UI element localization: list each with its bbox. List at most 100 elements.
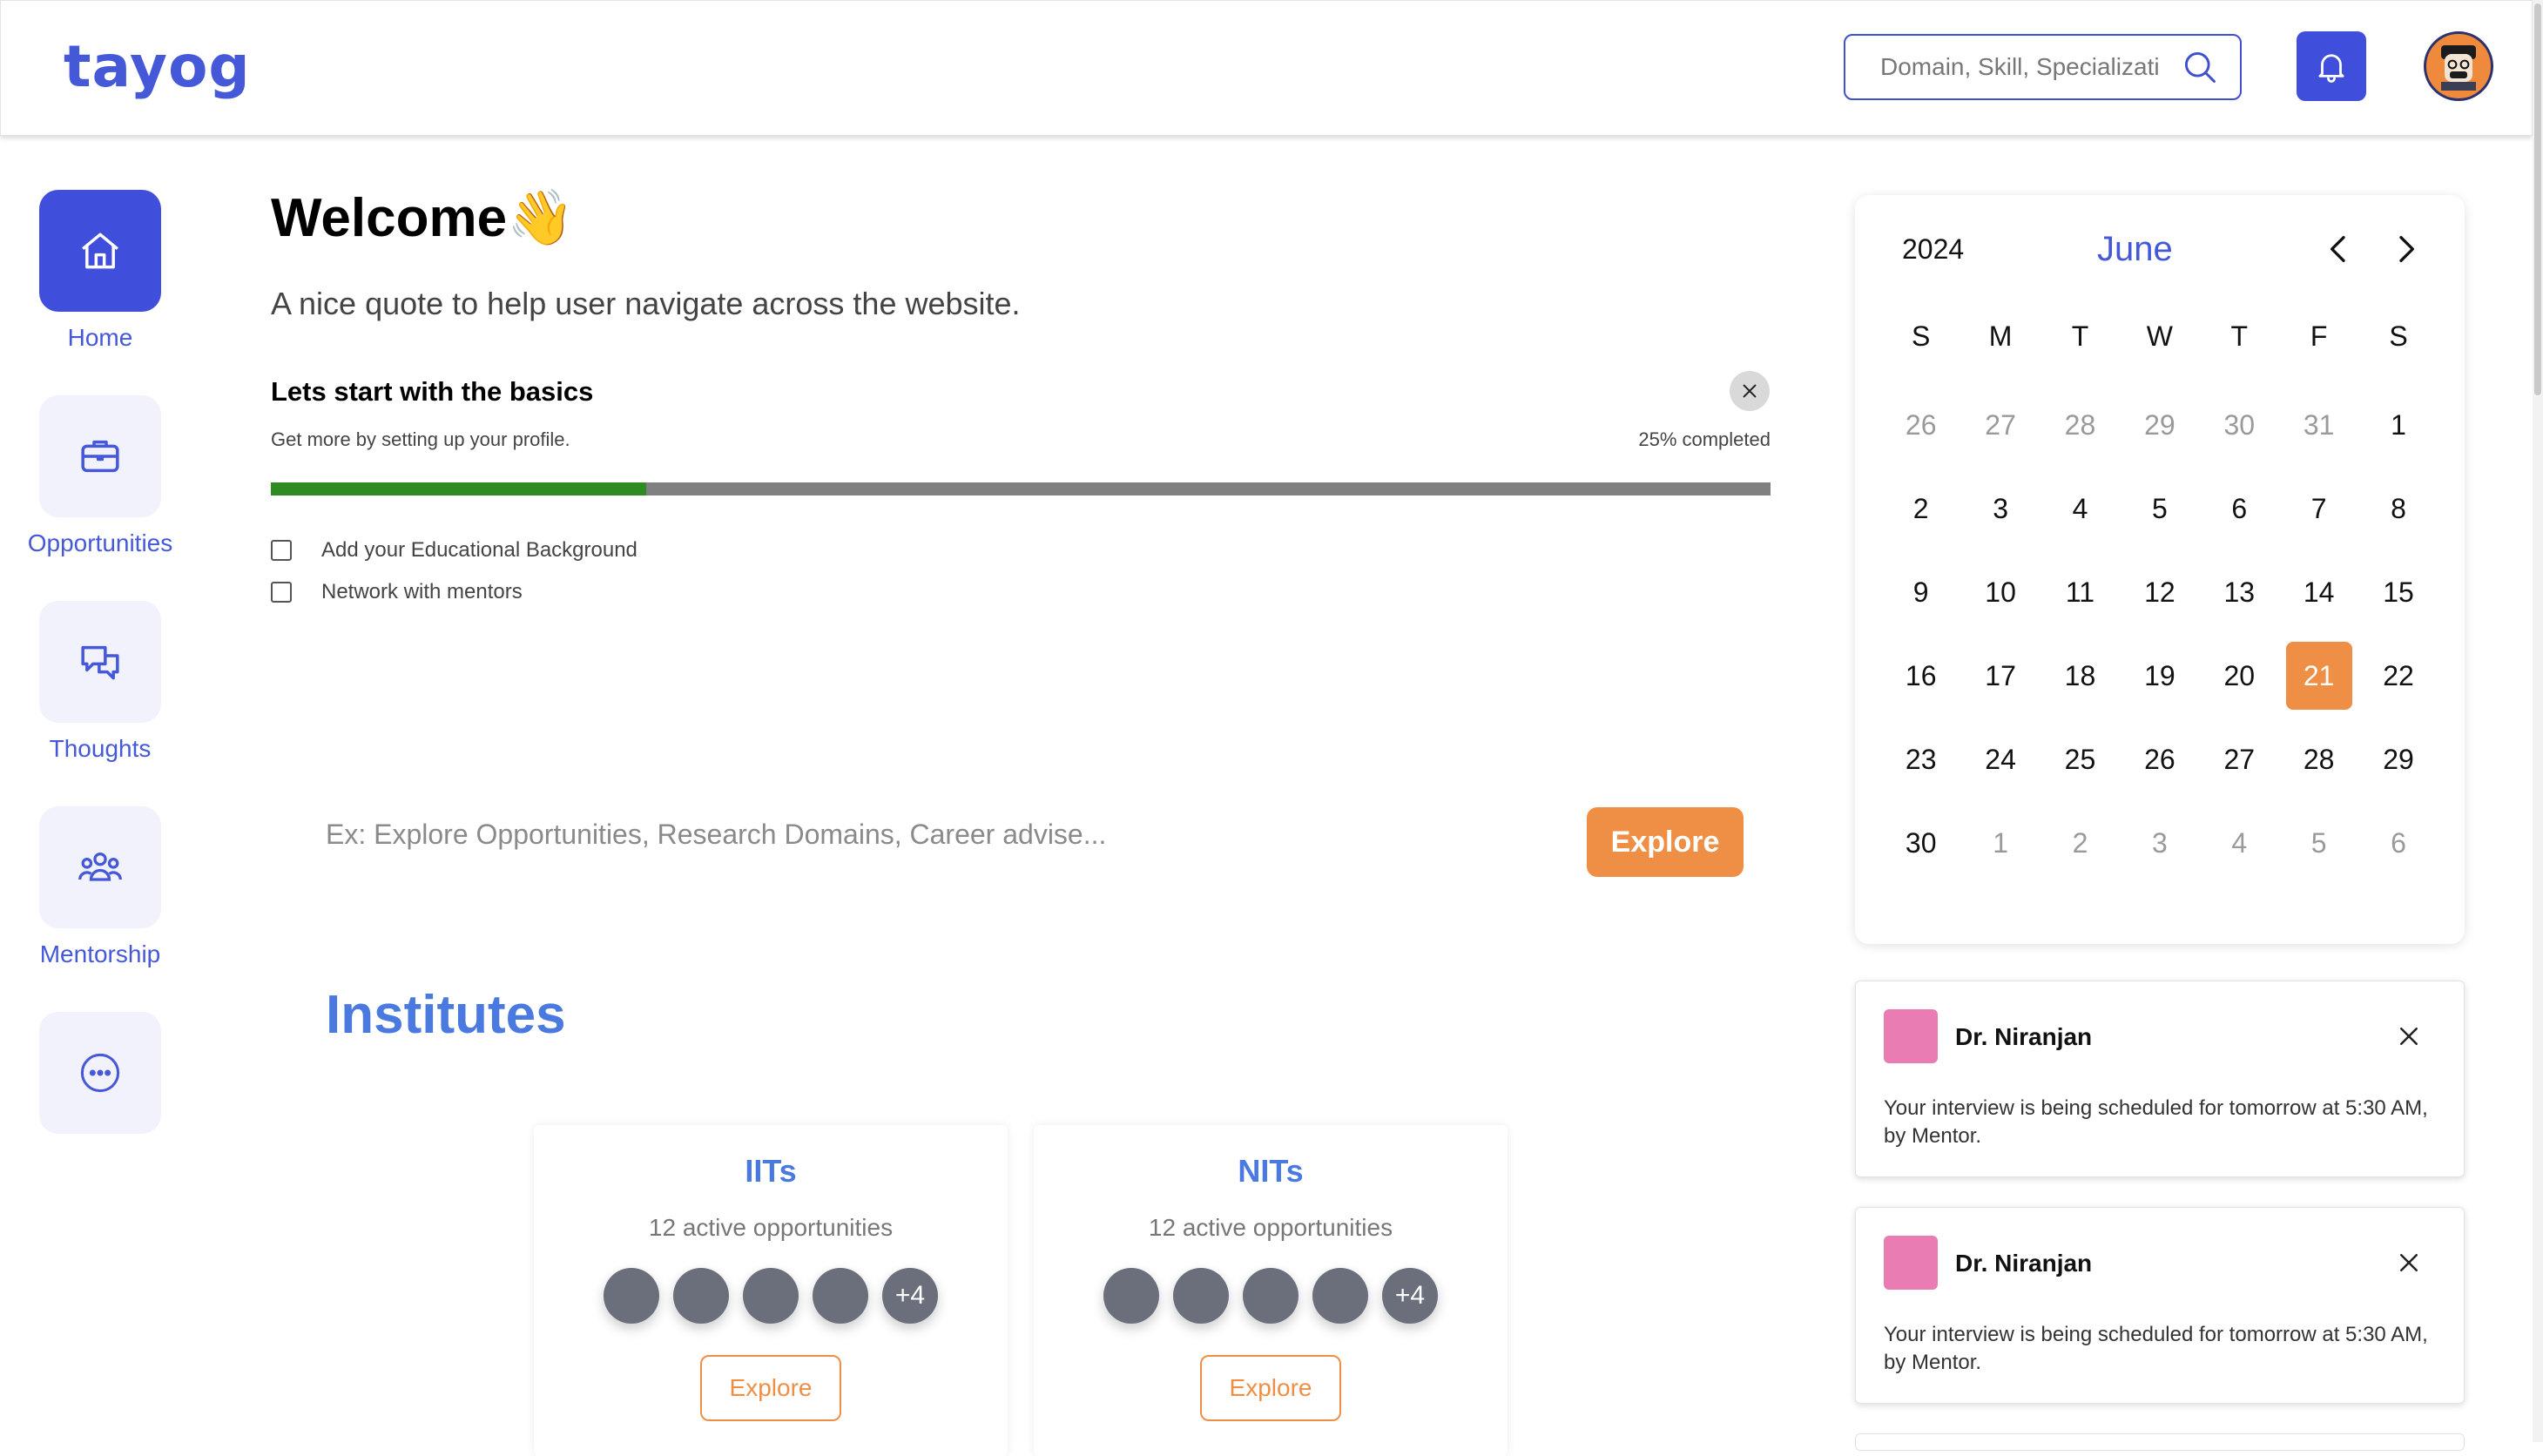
task-label: Add your Educational Background bbox=[321, 538, 637, 562]
calendar-day[interactable]: 3 bbox=[1960, 467, 2040, 550]
calendar-day[interactable]: 23 bbox=[1881, 718, 1960, 801]
chevron-left-icon[interactable] bbox=[2322, 232, 2357, 266]
sidebar-item-more[interactable] bbox=[0, 1012, 200, 1134]
calendar-day-selected[interactable]: 21 bbox=[2279, 634, 2358, 718]
calendar-day[interactable]: 20 bbox=[2200, 634, 2279, 718]
task-item[interactable]: Network with mentors bbox=[271, 580, 523, 604]
calendar-day[interactable]: 24 bbox=[1960, 718, 2040, 801]
calendar-day[interactable]: 8 bbox=[2358, 467, 2438, 550]
sidebar-item-mentorship[interactable]: Mentorship bbox=[0, 806, 200, 968]
calendar-day[interactable]: 13 bbox=[2200, 550, 2279, 634]
chat-icon bbox=[81, 645, 119, 680]
calendar-day[interactable]: 4 bbox=[2200, 801, 2279, 885]
calendar-day[interactable]: 15 bbox=[2358, 550, 2438, 634]
calendar-year[interactable]: 2024 bbox=[1902, 233, 1964, 266]
institute-name[interactable]: IITs bbox=[534, 1153, 1008, 1190]
calendar-day-number: 30 bbox=[1905, 826, 1937, 859]
close-icon[interactable] bbox=[2396, 1250, 2422, 1276]
calendar-day-number: 13 bbox=[2223, 576, 2256, 608]
sidebar-item-home[interactable]: Home bbox=[0, 190, 200, 352]
calendar-day[interactable]: 6 bbox=[2358, 801, 2438, 885]
page-scrollbar[interactable] bbox=[2533, 0, 2543, 1442]
search-icon[interactable] bbox=[2181, 48, 2219, 86]
scrollbar-thumb[interactable] bbox=[2534, 3, 2541, 395]
calendar-day[interactable]: 18 bbox=[2040, 634, 2120, 718]
weekday-label: S bbox=[1912, 320, 1931, 352]
calendar-day[interactable]: 2 bbox=[2040, 801, 2120, 885]
calendar-day-number: 31 bbox=[2303, 408, 2335, 441]
calendar-day[interactable]: 26 bbox=[2120, 718, 2199, 801]
home-button[interactable] bbox=[39, 190, 161, 312]
calendar-day-number: 16 bbox=[1905, 659, 1937, 691]
calendar-day[interactable]: 19 bbox=[2120, 634, 2199, 718]
notifications-button[interactable] bbox=[2297, 31, 2366, 101]
calendar-day[interactable]: 2 bbox=[1881, 467, 1960, 550]
calendar-day[interactable]: 1 bbox=[1960, 801, 2040, 885]
mentorship-button[interactable] bbox=[39, 806, 161, 928]
calendar-day[interactable]: 26 bbox=[1881, 383, 1960, 467]
calendar-day-number: 19 bbox=[2144, 659, 2175, 691]
member-avatars: +4 bbox=[534, 1268, 1008, 1324]
calendar-day[interactable]: 28 bbox=[2279, 718, 2358, 801]
institute-explore-button[interactable]: Explore bbox=[1200, 1355, 1341, 1421]
calendar-day[interactable]: 5 bbox=[2120, 467, 2199, 550]
notification-message: Your interview is being scheduled for to… bbox=[1884, 1096, 2428, 1148]
calendar-day[interactable]: 1 bbox=[2358, 383, 2438, 467]
calendar-day[interactable]: 14 bbox=[2279, 550, 2358, 634]
calendar-day[interactable]: 29 bbox=[2358, 718, 2438, 801]
close-basics-button[interactable] bbox=[1730, 371, 1770, 411]
institute-explore-button[interactable]: Explore bbox=[700, 1355, 841, 1421]
more-button[interactable] bbox=[39, 1012, 161, 1134]
calendar-day[interactable]: 9 bbox=[1881, 550, 1960, 634]
sidebar-item-thoughts[interactable]: Thoughts bbox=[0, 601, 200, 763]
calendar-day[interactable]: 7 bbox=[2279, 467, 2358, 550]
calendar-day[interactable]: 27 bbox=[1960, 383, 2040, 467]
calendar-day[interactable]: 5 bbox=[2279, 801, 2358, 885]
search-input[interactable] bbox=[1880, 53, 2159, 81]
task-checkbox[interactable] bbox=[271, 540, 292, 561]
more-members-badge[interactable]: +4 bbox=[882, 1268, 938, 1324]
search-box[interactable] bbox=[1844, 34, 2242, 100]
calendar-day[interactable]: 22 bbox=[2358, 634, 2438, 718]
calendar-day[interactable]: 12 bbox=[2120, 550, 2199, 634]
calendar-day[interactable]: 16 bbox=[1881, 634, 1960, 718]
logo[interactable]: tayog bbox=[64, 32, 251, 102]
institute-name[interactable]: NITs bbox=[1034, 1153, 1508, 1190]
avatar[interactable] bbox=[2424, 31, 2493, 101]
calendar-day[interactable]: 6 bbox=[2200, 467, 2279, 550]
explore-button[interactable]: Explore bbox=[1587, 807, 1744, 877]
weekday-label: T bbox=[2230, 320, 2249, 352]
calendar-month[interactable]: June bbox=[2097, 230, 2173, 269]
calendar-day[interactable]: 3 bbox=[2120, 801, 2199, 885]
chevron-right-icon[interactable] bbox=[2388, 232, 2423, 266]
calendar-day[interactable]: 28 bbox=[2040, 383, 2120, 467]
sidebar-item-opportunities[interactable]: Opportunities bbox=[0, 395, 200, 557]
sidebar-item-label: Mentorship bbox=[39, 940, 161, 967]
calendar-day[interactable]: 27 bbox=[2200, 718, 2279, 801]
calendar-day[interactable]: 17 bbox=[1960, 634, 2040, 718]
calendar-day[interactable]: 25 bbox=[2040, 718, 2120, 801]
weekday-label: W bbox=[2146, 320, 2173, 352]
calendar-day[interactable]: 10 bbox=[1960, 550, 2040, 634]
calendar-day-number: 28 bbox=[2064, 408, 2096, 441]
explore-input[interactable] bbox=[326, 819, 1545, 851]
calendar-day-number: 4 bbox=[2231, 826, 2248, 859]
calendar-day[interactable]: 29 bbox=[2120, 383, 2199, 467]
close-icon[interactable] bbox=[2396, 1023, 2422, 1049]
calendar-day-number: 17 bbox=[1985, 659, 2016, 691]
member-avatar bbox=[1312, 1268, 1368, 1324]
calendar-day[interactable]: 11 bbox=[2040, 550, 2120, 634]
opportunities-button[interactable] bbox=[39, 395, 161, 517]
task-item[interactable]: Add your Educational Background bbox=[271, 538, 637, 563]
bell-icon bbox=[2318, 54, 2344, 83]
calendar-day-number: 5 bbox=[2310, 826, 2327, 859]
task-checkbox[interactable] bbox=[271, 582, 292, 603]
page-title: Welcome👋 bbox=[271, 188, 575, 248]
calendar-day[interactable]: 31 bbox=[2279, 383, 2358, 467]
member-avatar bbox=[1243, 1268, 1298, 1324]
calendar-day[interactable]: 30 bbox=[1881, 801, 1960, 885]
calendar-day[interactable]: 4 bbox=[2040, 467, 2120, 550]
more-members-badge[interactable]: +4 bbox=[1382, 1268, 1438, 1324]
thoughts-button[interactable] bbox=[39, 601, 161, 723]
calendar-day[interactable]: 30 bbox=[2200, 383, 2279, 467]
